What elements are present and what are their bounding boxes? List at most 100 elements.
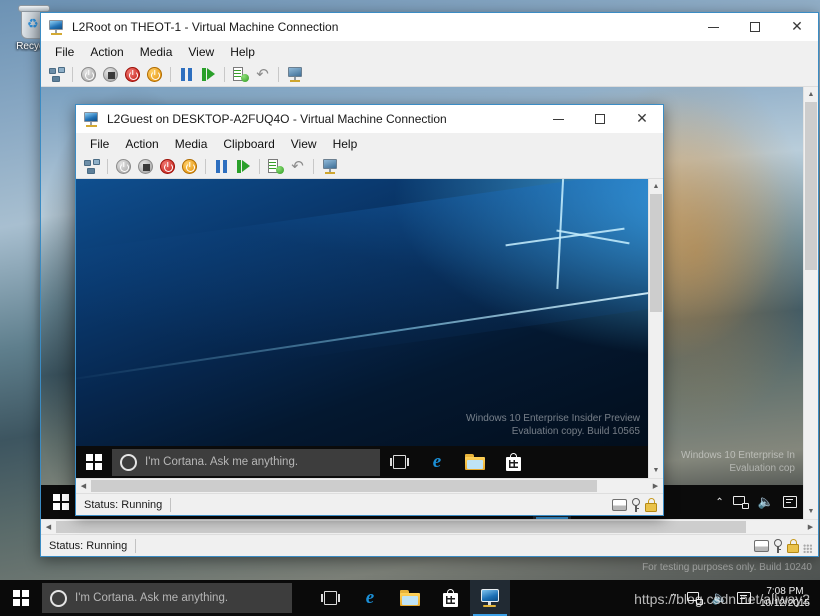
inner-vertical-scrollbar[interactable]: ▲ ▼: [648, 179, 663, 478]
inner-vmconnect-window[interactable]: L2Guest on DESKTOP-A2FUQ4O - Virtual Mac…: [75, 104, 664, 516]
inner-hscroll-track[interactable]: [91, 479, 648, 493]
inner-scroll-down-button[interactable]: ▼: [649, 463, 663, 478]
ctrl-alt-delete-icon[interactable]: [81, 156, 102, 177]
inner-status-icons[interactable]: [612, 497, 659, 512]
host-vmconnect-button[interactable]: [470, 580, 510, 616]
outer-vscroll-thumb[interactable]: [805, 102, 817, 270]
key-status-icon: [631, 497, 641, 512]
inner-toolbar[interactable]: ↶: [76, 154, 663, 179]
start-icon[interactable]: [179, 156, 200, 177]
inner-titlebar[interactable]: L2Guest on DESKTOP-A2FUQ4O - Virtual Mac…: [76, 105, 663, 133]
host-taskbar-icons[interactable]: e: [310, 580, 510, 616]
reset-icon[interactable]: [157, 156, 178, 177]
outer-scroll-down-button[interactable]: ▼: [804, 504, 818, 519]
inner-vscroll-thumb[interactable]: [650, 194, 662, 312]
outer-status-icons[interactable]: [754, 538, 814, 553]
outer-horizontal-scrollbar[interactable]: ◀ ▶: [41, 519, 818, 534]
ctrl-alt-delete-icon[interactable]: [46, 64, 67, 85]
inner-menu-media[interactable]: Media: [167, 135, 216, 153]
inner-scroll-left-button[interactable]: ◀: [76, 479, 91, 493]
inner-horizontal-scrollbar[interactable]: ◀ ▶: [76, 478, 663, 493]
outer-menu-view[interactable]: View: [180, 43, 222, 61]
outer-hscroll-thumb[interactable]: [56, 521, 746, 533]
host-taskbar[interactable]: I'm Cortana. Ask me anything. e ⌃ 🔈 7:08…: [0, 580, 820, 616]
host-cortana-search[interactable]: I'm Cortana. Ask me anything.: [42, 583, 292, 613]
outer-menu-file[interactable]: File: [47, 43, 82, 61]
guest-edge-button[interactable]: e: [418, 446, 456, 478]
guest-task-view-button[interactable]: [380, 446, 418, 478]
clock[interactable]: 7:08 PM 10/12/2015: [760, 586, 814, 610]
inner-menu-view[interactable]: View: [283, 135, 325, 153]
checkpoint-icon[interactable]: [230, 64, 251, 85]
inner-scroll-up-button[interactable]: ▲: [649, 179, 663, 194]
inner-maximize-button[interactable]: [579, 105, 621, 133]
guest-start-button[interactable]: [76, 446, 112, 478]
revert-icon[interactable]: ↶: [287, 156, 308, 177]
inner-menubar[interactable]: File Action Media Clipboard View Help: [76, 133, 663, 154]
outer-close-button[interactable]: ✕: [776, 13, 818, 41]
reset-icon[interactable]: [122, 64, 143, 85]
host-file-explorer-button[interactable]: [390, 580, 430, 616]
outer-vertical-scrollbar[interactable]: ▲ ▼: [803, 87, 818, 519]
outer-menu-media[interactable]: Media: [132, 43, 181, 61]
revert-icon[interactable]: ↶: [252, 64, 273, 85]
outer-titlebar[interactable]: L2Root on THEOT-1 - Virtual Machine Conn…: [41, 13, 818, 41]
resume-icon[interactable]: [233, 156, 254, 177]
guest-taskbar[interactable]: I'm Cortana. Ask me anything. e: [76, 446, 648, 478]
guest-taskbar-icons[interactable]: e: [380, 444, 532, 478]
pause-icon[interactable]: [211, 156, 232, 177]
guest-cortana-search[interactable]: I'm Cortana. Ask me anything.: [112, 448, 380, 476]
outer-minimize-button[interactable]: [692, 13, 734, 41]
inner-menu-file[interactable]: File: [82, 135, 117, 153]
inner-minimize-button[interactable]: [537, 105, 579, 133]
pause-icon[interactable]: [176, 64, 197, 85]
guest-file-explorer-button[interactable]: [456, 446, 494, 478]
host-start-button[interactable]: [0, 580, 42, 616]
turn-off-icon[interactable]: [100, 64, 121, 85]
network-icon[interactable]: [686, 591, 703, 605]
outer-scroll-right-button[interactable]: ▶: [803, 520, 818, 534]
guest-store-button[interactable]: [494, 446, 532, 478]
inner-vm-screen[interactable]: Windows 10 Enterprise Insider Preview Ev…: [76, 179, 648, 478]
middle-watermark-line2: Evaluation cop: [729, 463, 795, 474]
host-system-tray[interactable]: ⌃ 🔈 7:08 PM 10/12/2015: [669, 580, 820, 616]
host-store-button[interactable]: [430, 580, 470, 616]
show-hidden-icons-icon[interactable]: ⌃: [715, 497, 723, 508]
outer-statusbar: Status: Running: [41, 534, 818, 556]
inner-scroll-right-button[interactable]: ▶: [648, 479, 663, 493]
host-task-view-button[interactable]: [310, 580, 350, 616]
shut-down-icon[interactable]: [78, 64, 99, 85]
outer-vscroll-track[interactable]: [804, 102, 818, 504]
middle-system-tray[interactable]: ⌃ 🔈: [715, 485, 803, 519]
turn-off-icon[interactable]: [135, 156, 156, 177]
outer-toolbar[interactable]: ↶: [41, 62, 818, 87]
enhanced-session-icon[interactable]: [284, 64, 305, 85]
show-hidden-icons-icon[interactable]: ⌃: [669, 593, 677, 604]
shut-down-icon[interactable]: [113, 156, 134, 177]
inner-vscroll-track[interactable]: [649, 194, 663, 463]
enhanced-session-icon[interactable]: [319, 156, 340, 177]
outer-menu-help[interactable]: Help: [222, 43, 263, 61]
inner-hscroll-thumb[interactable]: [91, 480, 597, 492]
inner-menu-action[interactable]: Action: [117, 135, 166, 153]
inner-menu-clipboard[interactable]: Clipboard: [215, 135, 282, 153]
host-edge-button[interactable]: e: [350, 580, 390, 616]
resize-grip[interactable]: [803, 543, 812, 553]
outer-maximize-button[interactable]: [734, 13, 776, 41]
inner-menu-help[interactable]: Help: [325, 135, 366, 153]
checkpoint-icon[interactable]: [265, 156, 286, 177]
network-icon[interactable]: [732, 495, 749, 509]
action-center-icon[interactable]: [783, 496, 797, 508]
outer-scroll-left-button[interactable]: ◀: [41, 520, 56, 534]
resume-icon[interactable]: [198, 64, 219, 85]
outer-scroll-up-button[interactable]: ▲: [804, 87, 818, 102]
start-icon[interactable]: [144, 64, 165, 85]
outer-menubar[interactable]: File Action Media View Help: [41, 41, 818, 62]
volume-icon[interactable]: 🔈: [712, 590, 728, 606]
volume-icon[interactable]: 🔈: [758, 494, 774, 510]
outer-menu-action[interactable]: Action: [82, 43, 131, 61]
outer-hscroll-track[interactable]: [56, 520, 803, 534]
inner-close-button[interactable]: ✕: [621, 105, 663, 133]
action-center-icon[interactable]: [736, 592, 751, 604]
lock-status-icon: [645, 497, 657, 512]
